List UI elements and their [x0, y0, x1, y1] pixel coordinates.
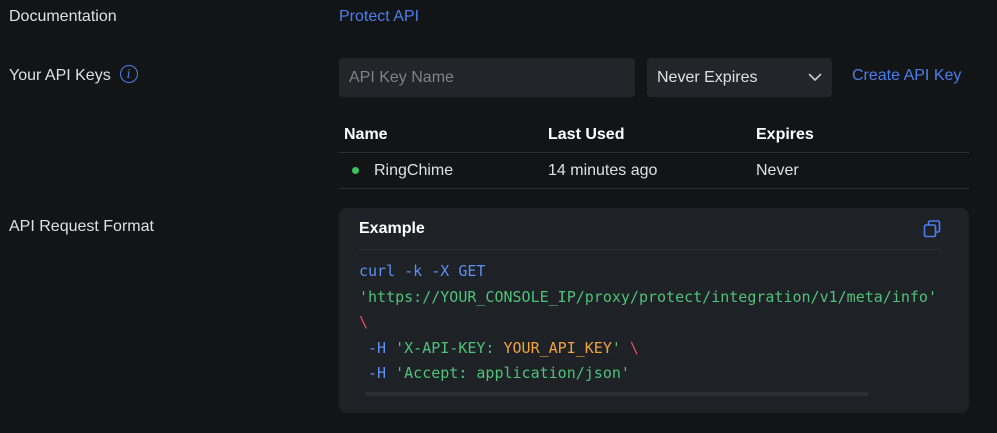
api-keys-table: Name Last Used Expires RingChime 14 minu…	[339, 117, 969, 189]
key-name-cell: RingChime	[339, 162, 548, 180]
code-example-card: Example curl -k -X GET 'https://YOUR_CONS…	[339, 208, 969, 413]
key-last-used: 14 minutes ago	[548, 161, 658, 179]
code-api-key-placeholder: YOUR_API_KEY	[503, 338, 612, 357]
code-flag: -H	[359, 338, 396, 357]
code-quote: '	[611, 338, 621, 357]
code-line-continuation: \	[620, 338, 639, 357]
code-line-continuation: \	[359, 313, 369, 331]
code-snippet[interactable]: curl -k -X GET 'https://YOUR_CONSOLE_IP/p…	[359, 259, 969, 387]
code-header-string: 'Accept: application/json'	[395, 364, 630, 382]
api-keys-label: Your API Keys	[9, 67, 111, 85]
column-header-name: Name	[344, 125, 388, 143]
expiry-select-value: Never Expires	[657, 68, 758, 86]
code-line: -H 'X-API-KEY: YOUR_API_KEY' \	[359, 336, 969, 362]
code-flag: -H	[359, 364, 396, 382]
code-line: -H 'Accept: application/json'	[359, 361, 969, 387]
create-api-key-link[interactable]: Create API Key	[852, 67, 961, 85]
api-request-format-label: API Request Format	[9, 218, 154, 235]
table-header-row: Name Last Used Expires	[339, 117, 969, 153]
status-dot	[352, 167, 359, 174]
code-example-title: Example	[359, 219, 425, 237]
key-expires: Never	[756, 161, 799, 179]
code-line: 'https://YOUR_CONSOLE_IP/proxy/protect/i…	[359, 285, 969, 311]
code-command: curl -k -X GET	[359, 262, 486, 280]
horizontal-scrollbar[interactable]	[365, 392, 869, 396]
table-row[interactable]: RingChime 14 minutes ago Never	[339, 153, 969, 189]
code-url: 'https://YOUR_CONSOLE_IP/proxy/protect/i…	[359, 287, 937, 306]
code-header-string: 'X-API-KEY:	[395, 338, 504, 357]
column-header-expires: Expires	[756, 125, 814, 143]
key-name: RingChime	[374, 161, 454, 179]
copy-icon[interactable]	[923, 219, 941, 238]
chevron-down-icon	[808, 73, 822, 81]
expiry-select[interactable]: Never Expires	[647, 58, 832, 97]
api-keys-label-group: Your API Keys i	[9, 65, 138, 85]
protect-api-link[interactable]: Protect API	[339, 8, 419, 26]
documentation-label: Documentation	[9, 8, 117, 25]
code-line: curl -k -X GET	[359, 259, 969, 285]
code-line: \	[359, 310, 969, 336]
code-example-header: Example	[359, 208, 941, 250]
api-key-name-input[interactable]	[339, 58, 635, 97]
api-settings-page: Documentation Protect API Your API Keys i…	[0, 0, 997, 433]
column-header-last-used: Last Used	[548, 125, 625, 143]
info-icon[interactable]: i	[119, 65, 138, 83]
